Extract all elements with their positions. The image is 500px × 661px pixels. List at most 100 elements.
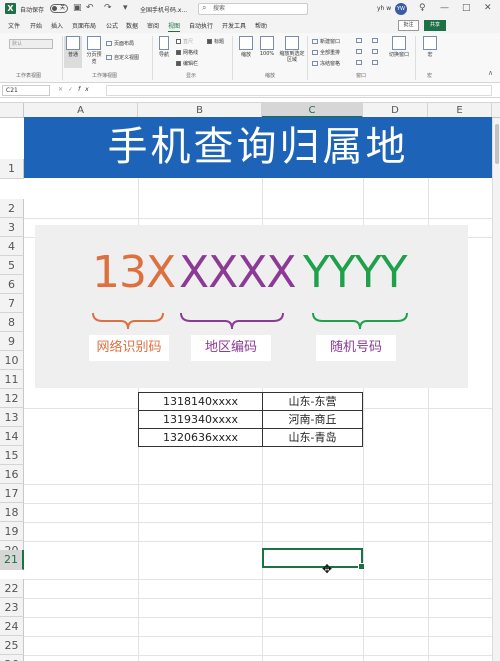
search-box[interactable]: ⌕ 搜索 bbox=[198, 3, 308, 15]
share-button[interactable]: 共享 bbox=[424, 20, 446, 31]
select-all-corner[interactable] bbox=[0, 103, 24, 118]
lightbulb-icon[interactable]: ♀ bbox=[419, 3, 426, 13]
close-icon[interactable]: ✕ bbox=[484, 3, 492, 13]
reset-window-icon[interactable] bbox=[372, 60, 380, 66]
row-header-24[interactable]: 24 bbox=[0, 617, 24, 636]
row-header-17[interactable]: 17 bbox=[0, 484, 24, 503]
zoom-100-button[interactable]: 100% bbox=[257, 36, 277, 68]
table-cell-location[interactable]: 山东-青岛 bbox=[262, 428, 363, 447]
collapse-ribbon-icon[interactable]: ∧ bbox=[488, 69, 493, 77]
tab-file[interactable]: 文件 bbox=[8, 21, 20, 30]
row-header-6[interactable]: 6 bbox=[0, 275, 24, 294]
column-header-d[interactable]: D bbox=[363, 103, 428, 118]
gridlines-checkbox[interactable]: 网格线 bbox=[176, 49, 198, 56]
row-header-8[interactable]: 8 bbox=[0, 313, 24, 332]
formula-bar: C21 ✕✓fx bbox=[0, 83, 500, 98]
row-header-19[interactable]: 19 bbox=[0, 522, 24, 541]
tab-insert[interactable]: 插入 bbox=[51, 21, 63, 30]
unhide-icon[interactable] bbox=[356, 60, 364, 66]
tab-review[interactable]: 审阅 bbox=[147, 21, 159, 30]
side-by-side-glyph bbox=[372, 38, 378, 43]
switch-windows-button[interactable]: 切换窗口 bbox=[386, 36, 412, 70]
zoom-to-selection-button[interactable]: 缩放到选定区域 bbox=[279, 36, 305, 70]
undo-icon[interactable]: ↶ bbox=[86, 3, 94, 13]
macros-button[interactable]: 宏 bbox=[421, 36, 439, 68]
column-header-c[interactable]: C bbox=[262, 103, 363, 118]
tab-view[interactable]: 视图 bbox=[168, 21, 181, 32]
name-box[interactable]: C21 bbox=[2, 85, 50, 96]
redo-icon[interactable]: ↷ bbox=[104, 3, 112, 13]
column-header-e[interactable]: E bbox=[428, 103, 492, 118]
minimize-icon[interactable]: — bbox=[440, 3, 449, 13]
headings-checkbox[interactable]: 标题 bbox=[207, 38, 224, 45]
tab-help[interactable]: 帮助 bbox=[255, 21, 267, 30]
row-header-15[interactable]: 15 bbox=[0, 446, 24, 465]
row-header-2[interactable]: 2 bbox=[0, 199, 24, 218]
freeze-panes-button[interactable]: 冻结窗格 bbox=[312, 60, 340, 67]
vertical-scrollbar[interactable] bbox=[492, 118, 500, 661]
row-header-14[interactable]: 14 bbox=[0, 427, 24, 446]
new-window-button[interactable]: 新建窗口 bbox=[312, 38, 340, 45]
table-cell-number[interactable]: 1319340xxxx bbox=[138, 410, 263, 429]
customize-toolbar-icon[interactable]: ▾ bbox=[123, 3, 128, 13]
row-header-12[interactable]: 12 bbox=[0, 389, 24, 408]
row-header-26[interactable]: 26 bbox=[0, 655, 24, 661]
enter-icon[interactable]: ✓ bbox=[68, 86, 78, 93]
comments-button[interactable]: 批注 bbox=[398, 20, 419, 31]
tab-automate[interactable]: 自动执行 bbox=[189, 21, 213, 30]
row-header-11[interactable]: 11 bbox=[0, 370, 24, 389]
tab-formulas[interactable]: 公式 bbox=[106, 21, 118, 30]
maximize-icon[interactable]: □ bbox=[462, 3, 471, 13]
tab-home[interactable]: 开始 bbox=[30, 21, 42, 30]
scrollbar-thumb[interactable] bbox=[495, 124, 499, 164]
row-header-16[interactable]: 16 bbox=[0, 465, 24, 484]
table-cell-location[interactable]: 河南-商丘 bbox=[262, 410, 363, 429]
normal-view-button[interactable]: 普通 bbox=[64, 36, 82, 68]
table-cell-number[interactable]: 1320636xxxx bbox=[138, 428, 263, 447]
row-header-4[interactable]: 4 bbox=[0, 237, 24, 256]
tab-page-layout[interactable]: 页面布局 bbox=[72, 21, 96, 30]
split-icon[interactable] bbox=[356, 38, 364, 44]
ruler-checkbox[interactable]: 直尺 bbox=[176, 38, 193, 45]
zoom-button[interactable]: 缩放 bbox=[237, 36, 255, 68]
row-header-13[interactable]: 13 bbox=[0, 408, 24, 427]
view-side-by-side-icon[interactable] bbox=[372, 38, 380, 44]
autosave-toggle[interactable]: 关 bbox=[50, 4, 68, 13]
file-name[interactable]: 全国手机号码.x... bbox=[140, 5, 187, 14]
save-icon[interactable]: ▣ bbox=[73, 3, 82, 13]
row-header-21[interactable]: 21 bbox=[0, 550, 24, 570]
navigation-button[interactable]: 导航 bbox=[157, 36, 171, 68]
page-break-preview-button[interactable]: 分页预览 bbox=[85, 36, 103, 68]
row-header-7[interactable]: 7 bbox=[0, 294, 24, 313]
cancel-icon[interactable]: ✕ bbox=[58, 86, 68, 93]
custom-views-button[interactable]: 自定义视图 bbox=[106, 54, 139, 61]
row-header-18[interactable]: 18 bbox=[0, 503, 24, 522]
column-header-a[interactable]: A bbox=[24, 103, 138, 118]
avatar[interactable]: YW bbox=[395, 3, 407, 15]
worksheet-grid[interactable]: A B C D E 1 2 3 4 5 6 7 8 9 10 11 12 13 … bbox=[0, 102, 500, 661]
row-header-5[interactable]: 5 bbox=[0, 256, 24, 275]
row-header-1[interactable]: 1 bbox=[0, 159, 24, 179]
checkbox-checked-icon bbox=[176, 61, 181, 66]
formula-input[interactable] bbox=[106, 85, 492, 96]
row-header-22[interactable]: 22 bbox=[0, 579, 24, 598]
column-header-b[interactable]: B bbox=[138, 103, 262, 118]
row-header-10[interactable]: 10 bbox=[0, 351, 24, 370]
user-name[interactable]: yh w bbox=[377, 5, 391, 12]
tab-data[interactable]: 数据 bbox=[126, 21, 138, 30]
page-layout-button[interactable]: 页面布局 bbox=[106, 40, 134, 47]
sync-scroll-icon[interactable] bbox=[372, 49, 380, 55]
sheet-view-dropdown[interactable]: 默认 bbox=[9, 39, 53, 49]
formula-bar-checkbox[interactable]: 编辑栏 bbox=[176, 60, 198, 67]
row-header-9[interactable]: 9 bbox=[0, 332, 24, 351]
row-header-25[interactable]: 25 bbox=[0, 636, 24, 655]
active-cell-c21[interactable] bbox=[262, 548, 365, 570]
tab-developer[interactable]: 开发工具 bbox=[222, 21, 246, 30]
arrange-all-button[interactable]: 全部重排 bbox=[312, 49, 340, 56]
hide-icon[interactable] bbox=[356, 49, 364, 55]
row-header-3[interactable]: 3 bbox=[0, 218, 24, 237]
table-cell-location[interactable]: 山东-东营 bbox=[262, 392, 363, 411]
row-header-23[interactable]: 23 bbox=[0, 598, 24, 617]
fx-icon[interactable]: fx bbox=[78, 86, 94, 93]
table-cell-number[interactable]: 1318140xxxx bbox=[138, 392, 263, 411]
